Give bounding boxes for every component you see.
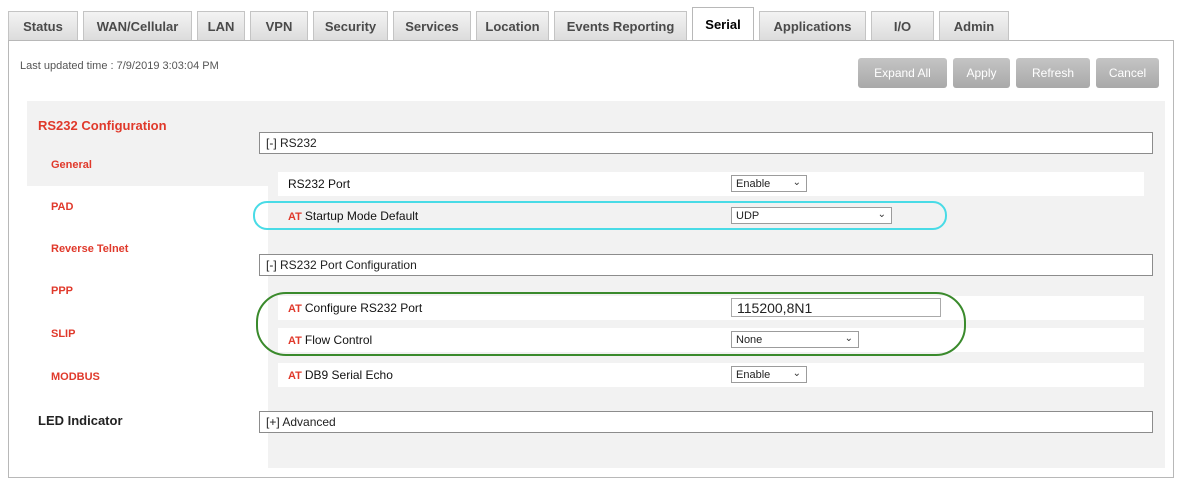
expand-all-button[interactable]: Expand All [858, 58, 947, 88]
tab-lan[interactable]: LAN [197, 11, 245, 40]
rs232-port-label: RS232 Port [288, 177, 351, 191]
serial-echo-row: AT DB9 Serial Echo Enable ⌄ [278, 363, 1144, 387]
tab-events-reporting[interactable]: Events Reporting [554, 11, 687, 40]
sidebar-item-led-indicator[interactable]: LED Indicator [38, 413, 123, 428]
rs232-port-value: Enable [736, 177, 771, 190]
tab-io[interactable]: I/O [871, 11, 934, 40]
last-updated-time: Last updated time : 7/9/2019 3:03:04 PM [20, 60, 219, 72]
serial-echo-value: Enable [736, 368, 771, 381]
serial-echo-label: DB9 Serial Echo [304, 368, 393, 382]
section-rs232-header[interactable]: [-] RS232 [259, 132, 1153, 154]
rs232-port-row: RS232 Port Enable ⌄ [278, 172, 1144, 196]
rs232-port-select[interactable]: Enable ⌄ [731, 175, 807, 192]
chevron-down-icon: ⌄ [792, 368, 801, 379]
refresh-button[interactable]: Refresh [1016, 58, 1090, 88]
sidebar-item-pad[interactable]: PAD [51, 201, 73, 213]
tab-wan-cellular[interactable]: WAN/Cellular [83, 11, 192, 40]
tab-security[interactable]: Security [313, 11, 388, 40]
highlight-port-config [256, 292, 966, 356]
sidebar-item-ppp[interactable]: PPP [51, 285, 73, 297]
serial-echo-label-wrap: AT DB9 Serial Echo [288, 368, 393, 382]
tab-admin[interactable]: Admin [939, 11, 1009, 40]
tab-status[interactable]: Status [8, 11, 78, 40]
sidebar-item-general[interactable]: General [51, 159, 92, 171]
section-port-config-header[interactable]: [-] RS232 Port Configuration [259, 254, 1153, 276]
section-advanced-header[interactable]: [+] Advanced [259, 411, 1153, 433]
tab-applications[interactable]: Applications [759, 11, 866, 40]
chevron-down-icon: ⌄ [792, 177, 801, 188]
tab-services[interactable]: Services [393, 11, 471, 40]
sidebar-item-modbus[interactable]: MODBUS [51, 371, 100, 383]
apply-button[interactable]: Apply [953, 58, 1010, 88]
sidebar-group-rs232-configuration[interactable]: RS232 Configuration [38, 118, 167, 133]
main-tab-bar: Status WAN/Cellular LAN VPN Security Ser… [8, 6, 1178, 40]
tab-location[interactable]: Location [476, 11, 549, 40]
serial-echo-select[interactable]: Enable ⌄ [731, 366, 807, 383]
sidebar-item-slip[interactable]: SLIP [51, 328, 75, 340]
sidebar-item-reverse-telnet[interactable]: Reverse Telnet [51, 243, 128, 255]
tab-serial[interactable]: Serial [692, 7, 754, 40]
highlight-startup-mode [253, 201, 947, 230]
tab-vpn[interactable]: VPN [250, 11, 308, 40]
cancel-button[interactable]: Cancel [1096, 58, 1159, 88]
at-command-badge: AT [288, 370, 302, 382]
